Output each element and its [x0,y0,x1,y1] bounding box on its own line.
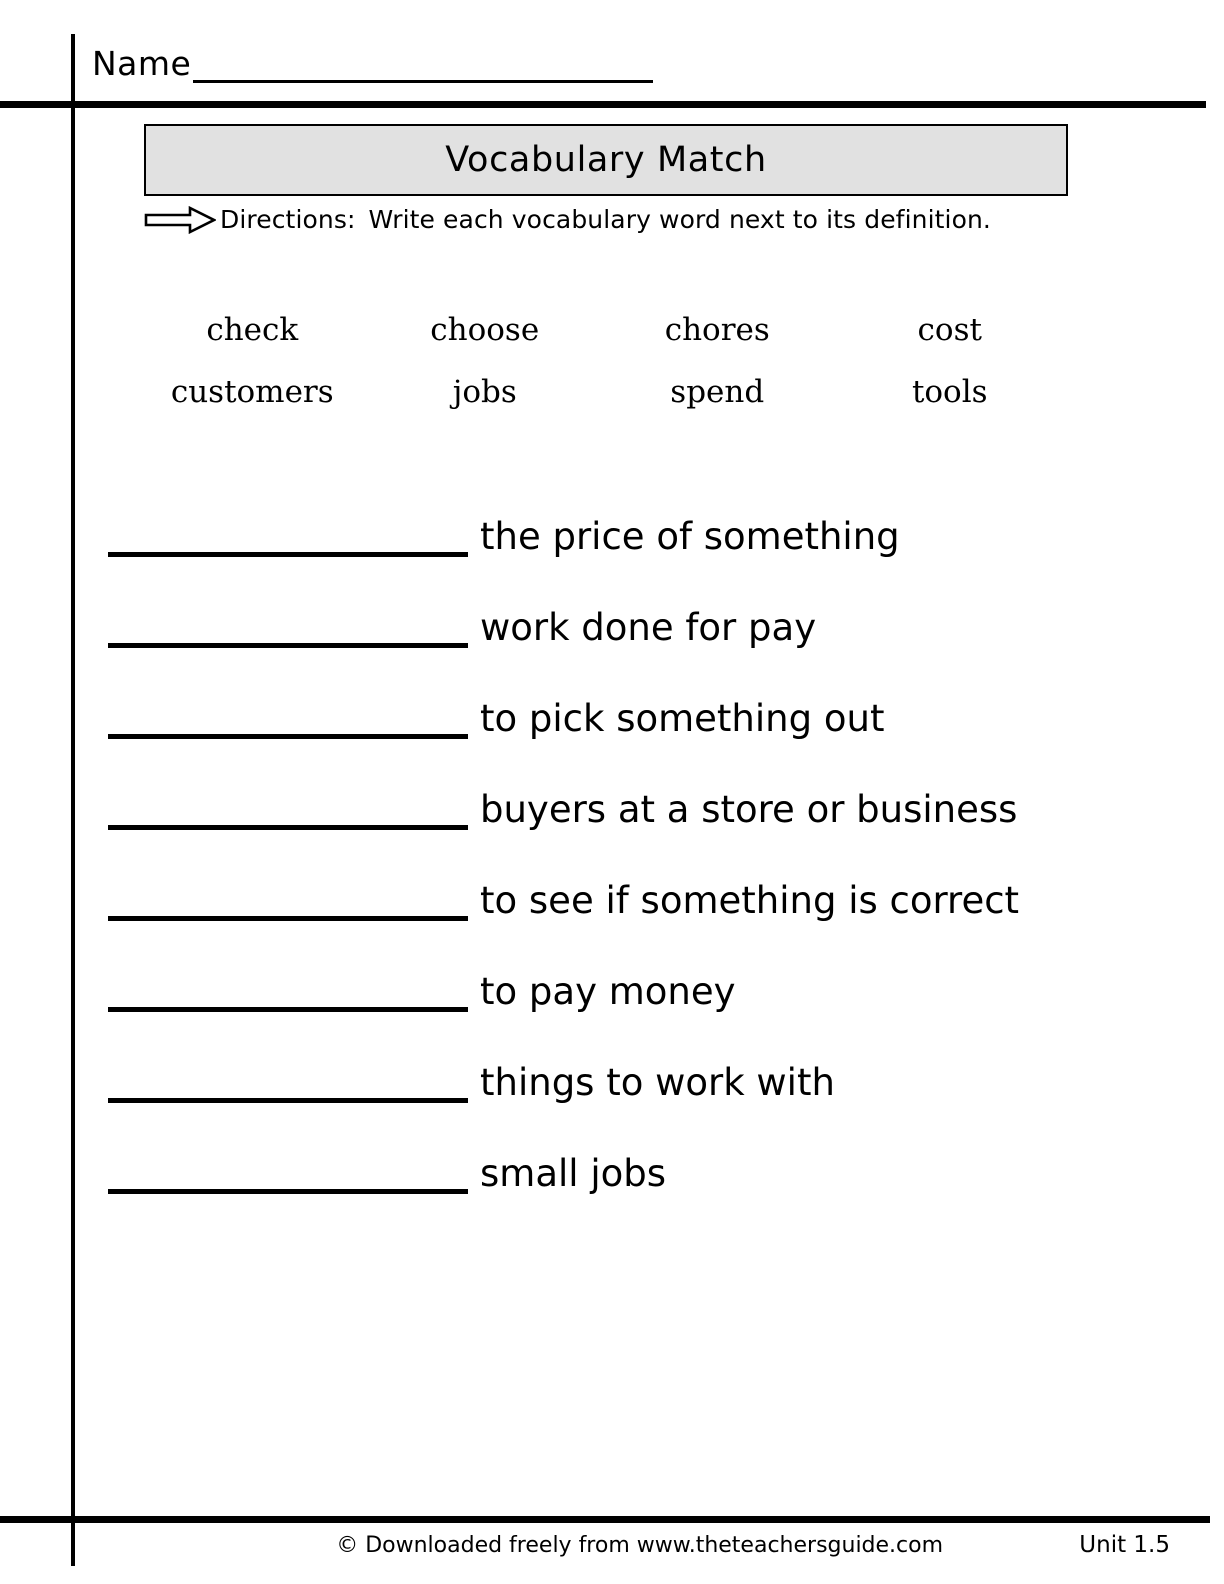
word-bank-item[interactable]: tools [834,374,1067,410]
name-label: Name [92,44,192,83]
definition-text: to pay money [480,970,736,1013]
right-arrow-icon [144,205,217,234]
title-banner: Vocabulary Match [144,124,1068,196]
definition-row: small jobs [108,1129,1138,1220]
answer-blank[interactable] [108,1007,468,1012]
definition-row: to see if something is correct [108,856,1138,947]
definition-list: the price of something work done for pay… [108,492,1138,1220]
definition-text: work done for pay [480,606,817,649]
definition-row: buyers at a store or business [108,765,1138,856]
definition-text: small jobs [480,1152,666,1195]
answer-blank[interactable] [108,1098,468,1103]
definition-text: the price of something [480,515,900,558]
name-input-blank[interactable] [193,54,654,83]
word-bank-row: customers jobs spend tools [136,374,1066,410]
word-bank: check choose chores cost customers jobs … [136,312,1066,436]
word-bank-item[interactable]: cost [834,312,1067,348]
definition-row: work done for pay [108,583,1138,674]
definition-text: things to work with [480,1061,835,1104]
word-bank-item[interactable]: spend [601,374,834,410]
header-divider-rule [0,101,1206,108]
word-bank-item[interactable]: chores [601,312,834,348]
directions-label: Directions: [220,205,356,234]
definition-text: to pick something out [480,697,885,740]
name-field-row: Name [92,44,654,83]
answer-blank[interactable] [108,825,468,830]
answer-blank[interactable] [108,1189,468,1194]
definition-text: to see if something is correct [480,879,1020,922]
page-title: Vocabulary Match [445,140,767,180]
definition-row: the price of something [108,492,1138,583]
definition-text: buyers at a store or business [480,788,1018,831]
definition-row: to pay money [108,947,1138,1038]
directions-row: Directions: Write each vocabulary word ne… [144,205,991,234]
footer-credit: © Downloaded freely from www.theteachers… [336,1533,944,1558]
word-bank-item[interactable]: choose [369,312,602,348]
answer-blank[interactable] [108,916,468,921]
definition-row: to pick something out [108,674,1138,765]
word-bank-item[interactable]: check [136,312,369,348]
left-margin-rule [71,34,75,1566]
answer-blank[interactable] [108,734,468,739]
definition-row: things to work with [108,1038,1138,1129]
footer-unit-label: Unit 1.5 [1079,1532,1170,1558]
answer-blank[interactable] [108,552,468,557]
answer-blank[interactable] [108,643,468,648]
word-bank-row: check choose chores cost [136,312,1066,348]
word-bank-item[interactable]: jobs [369,374,602,410]
word-bank-item[interactable]: customers [136,374,369,410]
footer: © Downloaded freely from www.theteachers… [90,1532,1170,1558]
directions-body: Write each vocabulary word next to its d… [368,205,991,234]
footer-divider-rule [0,1516,1210,1523]
worksheet-page: Name Vocabulary Match Directions: Write e… [0,0,1224,1584]
directions-text: Directions: Write each vocabulary word ne… [220,205,991,234]
